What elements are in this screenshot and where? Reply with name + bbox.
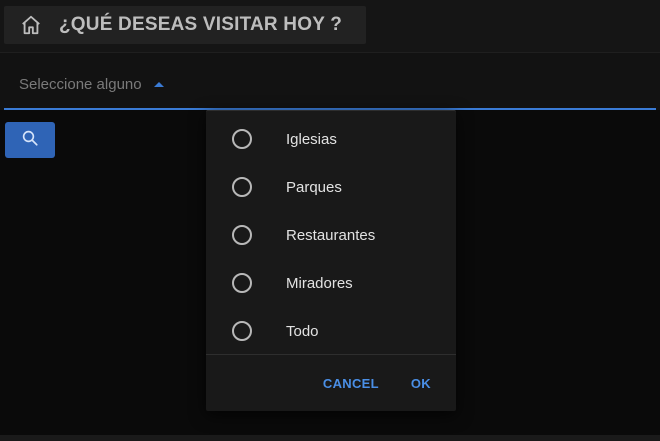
select-container: Seleccione alguno — [0, 53, 660, 110]
cancel-button[interactable]: CANCEL — [311, 368, 391, 399]
option-restaurantes[interactable]: Restaurantes — [206, 211, 456, 259]
category-select[interactable]: Seleccione alguno — [4, 53, 656, 110]
radio-button[interactable] — [232, 129, 252, 149]
option-todo[interactable]: Todo — [206, 307, 456, 355]
options-list: Iglesias Parques Restaurantes Miradores … — [206, 115, 456, 355]
option-label: Todo — [286, 322, 319, 340]
radio-button[interactable] — [232, 177, 252, 197]
page-title: ¿QUÉ DESEAS VISITAR HOY ? — [59, 14, 343, 35]
caret-up-icon — [154, 82, 164, 87]
option-label: Parques — [286, 178, 342, 196]
option-parques[interactable]: Parques — [206, 163, 456, 211]
search-icon — [21, 129, 39, 152]
radio-button[interactable] — [232, 321, 252, 341]
radio-button[interactable] — [232, 225, 252, 245]
dialog-actions: CANCEL OK — [311, 355, 456, 411]
option-miradores[interactable]: Miradores — [206, 259, 456, 307]
radio-button[interactable] — [232, 273, 252, 293]
page-header: ¿QUÉ DESEAS VISITAR HOY ? — [4, 6, 366, 44]
home-icon[interactable] — [19, 13, 43, 37]
footer-strip — [0, 435, 660, 441]
option-label: Restaurantes — [286, 226, 376, 244]
option-label: Miradores — [286, 274, 353, 292]
option-label: Iglesias — [286, 130, 337, 148]
ok-button[interactable]: OK — [399, 368, 443, 399]
search-button[interactable] — [5, 122, 55, 158]
option-iglesias[interactable]: Iglesias — [206, 115, 456, 163]
app-page: ¿QUÉ DESEAS VISITAR HOY ? Seleccione alg… — [0, 0, 660, 441]
top-toolbar: ¿QUÉ DESEAS VISITAR HOY ? — [0, 0, 660, 53]
select-placeholder: Seleccione alguno — [19, 76, 142, 93]
select-options-dialog: Iglesias Parques Restaurantes Miradores … — [206, 110, 456, 411]
